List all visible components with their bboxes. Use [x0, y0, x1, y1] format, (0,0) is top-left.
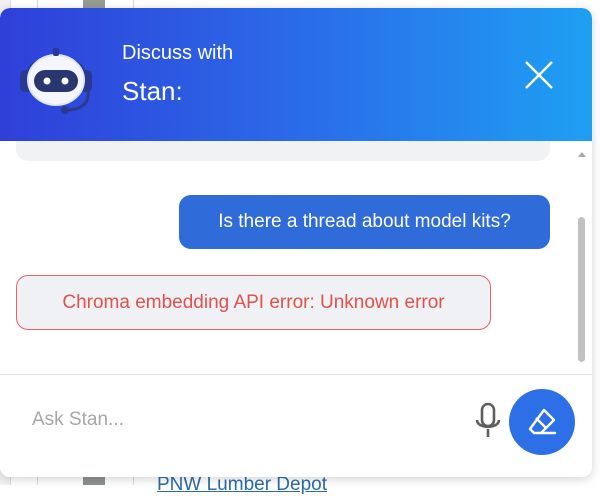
scrollbar[interactable] [576, 141, 588, 374]
robot-headset-icon [14, 40, 98, 118]
input-bar [0, 374, 592, 477]
clear-chat-button[interactable] [509, 389, 575, 455]
microphone-button[interactable] [472, 401, 504, 441]
close-icon [525, 61, 553, 89]
scrollbar-thumb[interactable] [578, 217, 585, 362]
message-list[interactable]: Is there a thread about model kits? Chro… [0, 141, 592, 374]
ask-input[interactable] [30, 401, 454, 439]
previous-message-bubble [16, 141, 550, 161]
microphone-icon [475, 402, 501, 437]
background-link[interactable]: PNW Lumber Depot [157, 474, 327, 496]
close-button[interactable] [522, 58, 556, 92]
chat-widget: Discuss with Stan: Is there a thread abo… [0, 8, 592, 477]
eraser-icon [528, 408, 557, 435]
scroll-up-arrow-icon[interactable] [578, 152, 586, 157]
chat-header: Discuss with Stan: [0, 8, 592, 141]
user-message-bubble: Is there a thread about model kits? [179, 195, 550, 249]
header-title: Discuss with [122, 42, 234, 64]
assistant-name: Stan: [122, 76, 183, 106]
error-message-bubble: Chroma embedding API error: Unknown erro… [16, 275, 491, 330]
